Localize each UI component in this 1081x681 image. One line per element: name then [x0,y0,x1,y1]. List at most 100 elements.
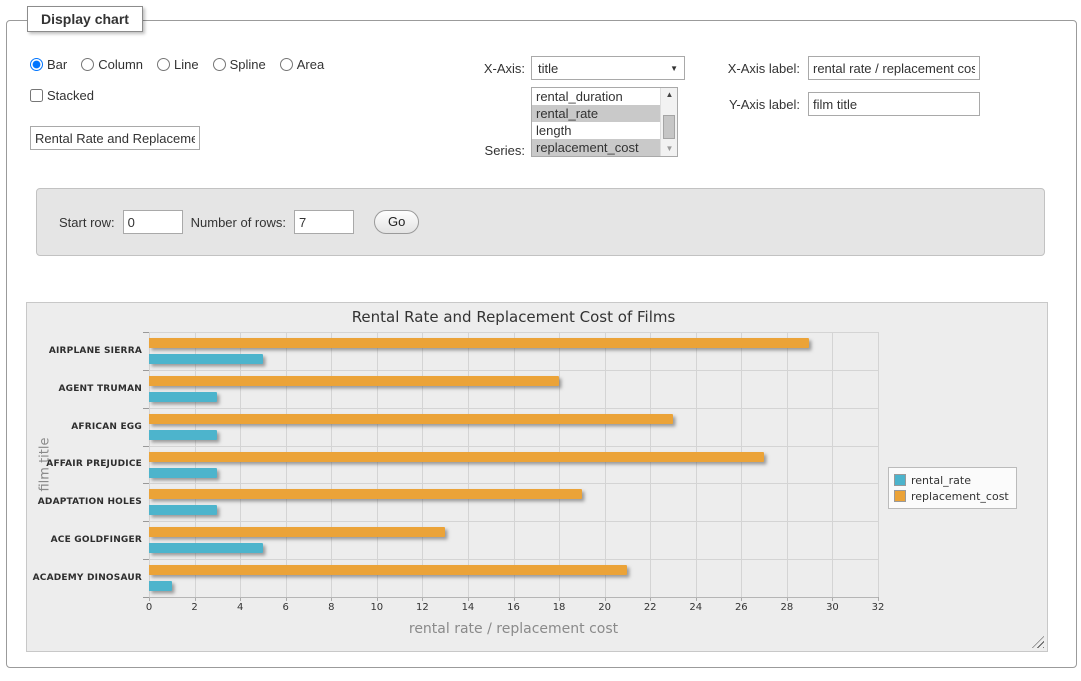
x-axis-label-input[interactable] [808,56,980,80]
plot-area: 02468101214161820222426283032AIRPLANE SI… [149,332,878,597]
x-axis-selected-value: title [538,61,670,76]
stacked-checkbox[interactable] [30,89,43,102]
horizontal-gridline [149,483,878,484]
y-axis-tickmark [143,408,149,409]
scroll-down-icon[interactable]: ▼ [661,142,678,156]
chart-type-radio-column[interactable] [81,58,94,71]
x-tick-label: 26 [721,602,761,613]
chart-type-label: Spline [230,57,266,72]
bar-replacement_cost [149,452,764,462]
y-axis-tickmark [143,370,149,371]
x-tick-label: 14 [448,602,488,613]
x-tick-label: 28 [767,602,807,613]
x-tick-label: 22 [630,602,670,613]
x-tick-label: 2 [175,602,215,613]
chart-legend: rental_rate replacement_cost [888,467,1017,509]
x-tick-label: 0 [129,602,169,613]
category-label: AIRPLANE SIERRA [22,332,142,370]
display-chart-page: Display chart Bar Column Line Spline Area St… [0,0,1081,681]
vertical-gridline [559,332,560,597]
stacked-option[interactable]: Stacked [30,88,94,103]
bar-rental_rate [149,505,217,515]
horizontal-gridline [149,521,878,522]
category-label: ACADEMY DINOSAUR [22,559,142,597]
series-option-rental_rate[interactable]: rental_rate [532,105,661,122]
go-button[interactable]: Go [374,210,419,234]
chart-type-option-line[interactable]: Line [157,57,199,72]
vertical-gridline [468,332,469,597]
y-axis-tickmark [143,446,149,447]
series-option-length[interactable]: length [532,122,661,139]
x-tick-label: 32 [858,602,898,613]
vertical-gridline [331,332,332,597]
chart-type-radio-area[interactable] [280,58,293,71]
chart-type-label: Bar [47,57,67,72]
bar-rental_rate [149,468,217,478]
stacked-row: Stacked [30,88,94,103]
chart-type-option-area[interactable]: Area [280,57,324,72]
bar-replacement_cost [149,565,627,575]
y-axis-tickmark [143,597,149,598]
category-label: ADAPTATION HOLES [22,483,142,521]
num-rows-label: Number of rows: [191,215,286,230]
start-row-input[interactable] [123,210,183,234]
scrollbar-thumb[interactable] [663,115,675,139]
fieldset-legend: Display chart [27,6,143,32]
chart-title-input[interactable] [30,126,200,150]
chart-type-label: Line [174,57,199,72]
category-label: AFFAIR PREJUDICE [22,446,142,484]
vertical-gridline [286,332,287,597]
x-tick-label: 16 [494,602,534,613]
vertical-gridline [696,332,697,597]
chart-type-radio-group: Bar Column Line Spline Area [30,57,324,72]
num-rows-input[interactable] [294,210,354,234]
vertical-gridline [832,332,833,597]
y-axis-label-input[interactable] [808,92,980,116]
chart-type-radio-line[interactable] [157,58,170,71]
series-option-replacement_cost[interactable]: replacement_cost [532,139,661,156]
vertical-gridline [605,332,606,597]
chart-type-option-spline[interactable]: Spline [213,57,266,72]
x-tick-label: 18 [539,602,579,613]
x-axis-line [149,597,878,598]
vertical-gridline [240,332,241,597]
legend-swatch [894,474,906,486]
series-select-label: Series: [440,143,525,158]
bar-replacement_cost [149,414,673,424]
vertical-gridline [422,332,423,597]
y-axis-tickmark [143,521,149,522]
vertical-gridline [195,332,196,597]
legend-item-rental_rate: rental_rate [894,472,1009,488]
vertical-gridline [741,332,742,597]
resize-handle-icon[interactable] [1032,636,1044,648]
vertical-gridline [878,332,879,597]
x-axis-tickmark [878,597,879,601]
legend-label: rental_rate [911,474,971,487]
x-tick-label: 10 [357,602,397,613]
horizontal-gridline [149,446,878,447]
row-range-panel: Start row: Number of rows: Go [36,188,1045,256]
series-option-rental_duration[interactable]: rental_duration [532,88,661,105]
chart-panel: Rental Rate and Replacement Cost of Film… [26,302,1048,652]
bar-rental_rate [149,392,217,402]
chart-type-label: Area [297,57,324,72]
x-axis-select[interactable]: title ▼ [531,56,685,80]
scroll-up-icon[interactable]: ▲ [661,88,678,102]
series-listbox[interactable]: rental_durationrental_ratelengthreplacem… [531,87,678,157]
horizontal-gridline [149,332,878,333]
x-tick-label: 4 [220,602,260,613]
chart-type-option-column[interactable]: Column [81,57,143,72]
chart-title: Rental Rate and Replacement Cost of Film… [149,308,878,326]
category-label: AFRICAN EGG [22,408,142,446]
y-axis-label-caption: Y-Axis label: [700,97,800,112]
series-scrollbar[interactable]: ▲ ▼ [660,88,677,156]
legend-item-replacement_cost: replacement_cost [894,488,1009,504]
bar-replacement_cost [149,527,445,537]
bar-rental_rate [149,354,263,364]
x-tick-label: 24 [676,602,716,613]
chart-type-option-bar[interactable]: Bar [30,57,67,72]
chart-type-radio-spline[interactable] [213,58,226,71]
vertical-gridline [149,332,150,597]
chart-type-radio-bar[interactable] [30,58,43,71]
legend-label: replacement_cost [911,490,1009,503]
